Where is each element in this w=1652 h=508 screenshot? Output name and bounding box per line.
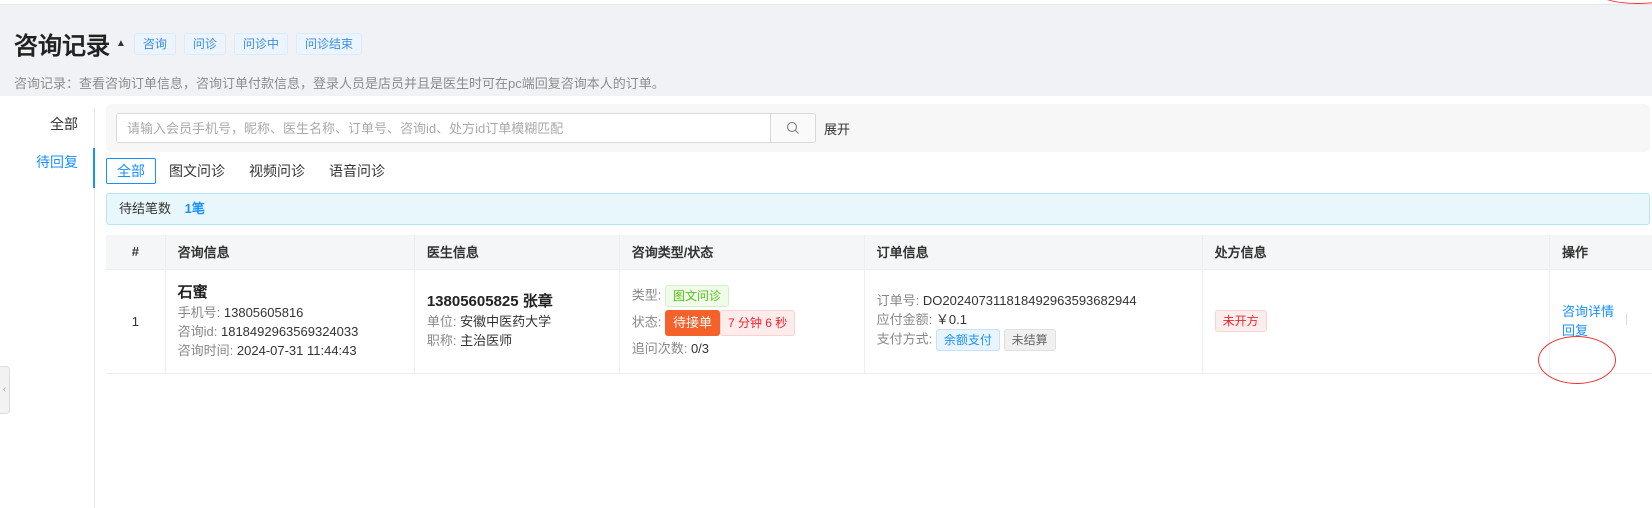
patient-name: 石蜜 — [177, 283, 208, 301]
title-row: 咨询记录 ▲ 咨询 问诊 问诊中 问诊结束 — [14, 26, 665, 61]
followup-count: 0/3 — [690, 340, 710, 356]
pending-info-bar: 待结笔数 1笔 — [106, 193, 1650, 225]
table-header-row: # 咨询信息 医生信息 咨询类型/状态 订单信息 处方信息 操作 — [106, 235, 1652, 270]
type-badge: 图文问诊 — [664, 284, 729, 307]
status-label: 状态: — [631, 313, 662, 329]
doctor-position-label: 职称: — [426, 333, 457, 348]
doctor-unit-label: 单位: — [426, 314, 457, 329]
cell-prescription: 未开方 — [1202, 269, 1551, 374]
countdown-badge: 7 分钟 6 秒 — [719, 309, 796, 336]
annotation-circle-reply — [1538, 336, 1616, 384]
patient-phone: 13805605816 — [223, 304, 304, 320]
doctor-title: 13805605825 张章 — [426, 293, 553, 310]
search-button[interactable] — [770, 113, 816, 143]
status-badge: 待接单 — [664, 309, 720, 336]
consult-detail-link[interactable]: 咨询详情 — [1562, 302, 1640, 321]
tab-video-consult[interactable]: 视频问诊 — [238, 158, 316, 184]
sidebar-active-indicator — [93, 148, 95, 188]
sidebar-item-pending-reply[interactable]: 待回复 — [36, 152, 78, 172]
cell-consult-type: 类型: 图文问诊 状态: 待接单 7 分钟 6 秒 追问次数: 0/3 — [619, 269, 865, 374]
caret-up-icon[interactable]: ▲ — [116, 38, 126, 49]
col-header-consult-type: 咨询类型/状态 — [619, 235, 865, 270]
cell-index: 1 — [106, 269, 166, 374]
doctor-position: 主治医师 — [460, 333, 513, 348]
prescription-status-badge: 未开方 — [1214, 310, 1267, 332]
col-header-consult-info: 咨询信息 — [165, 235, 415, 270]
type-tabs: 全部 图文问诊 视频问诊 语音问诊 — [106, 158, 398, 184]
pending-count-label: 待结笔数 — [119, 201, 172, 216]
consult-time: 2024-07-31 11:44:43 — [236, 342, 357, 358]
amount-label: 应付金额: — [876, 312, 933, 327]
search-input[interactable] — [116, 113, 770, 143]
header-tag-ended[interactable]: 问诊结束 — [295, 32, 362, 55]
consult-table: # 咨询信息 医生信息 咨询类型/状态 订单信息 处方信息 操作 1 石蜜 手机… — [106, 235, 1652, 374]
phone-label: 手机号: — [177, 304, 221, 320]
pending-count-value: 1笔 — [184, 201, 205, 216]
pay-method-badge: 余额支付 — [935, 329, 1000, 351]
followup-label: 追问次数: — [631, 340, 688, 356]
settle-status-badge: 未结算 — [1003, 329, 1056, 351]
type-label: 类型: — [631, 286, 662, 302]
header-tag-consult[interactable]: 咨询 — [133, 32, 176, 55]
pay-label: 支付方式: — [876, 331, 933, 347]
browser-top-bar — [0, 0, 1652, 5]
col-header-order-info: 订单信息 — [864, 235, 1203, 270]
order-no: DO2024073118184929635936829​44 — [922, 293, 1137, 308]
order-no-label: 订单号: — [876, 293, 920, 308]
cell-doctor-info: 13805605825 张章 单位: 安徽中医药大学 职称: 主治医师 — [414, 269, 620, 374]
page-title: 咨询记录 — [14, 33, 110, 60]
cell-consult-info: 石蜜 手机号: 13805605816 咨询id: 18184929635693… — [165, 269, 415, 374]
col-header-actions: 操作 — [1549, 235, 1652, 270]
search-bar: 展开 — [106, 104, 1650, 152]
tab-all[interactable]: 全部 — [106, 158, 156, 184]
search-icon — [786, 121, 799, 134]
table-row: 1 石蜜 手机号: 13805605816 咨询id: 181849296356… — [106, 269, 1652, 374]
header-tag-inquiry[interactable]: 问诊 — [183, 32, 226, 55]
col-header-prescription: 处方信息 — [1202, 235, 1551, 270]
tab-voice-consult[interactable]: 语音问诊 — [318, 158, 396, 184]
sidebar-item-all[interactable]: 全部 — [50, 114, 78, 134]
order-amount: ￥0.1 — [935, 312, 967, 327]
col-header-doctor-info: 医生信息 — [414, 235, 620, 270]
consult-time-label: 咨询时间: — [177, 342, 234, 358]
action-separator — [1626, 313, 1627, 325]
col-header-index: # — [106, 235, 166, 270]
cell-order-info: 订单号: DO2024073118184929635936829​44 应付金额… — [864, 269, 1203, 374]
expand-filters-link[interactable]: 展开 — [824, 119, 850, 138]
tab-text-consult[interactable]: 图文问诊 — [158, 158, 236, 184]
page-header: 咨询记录 ▲ 咨询 问诊 问诊中 问诊结束 咨询记录：查看咨询订单信息，咨询订单… — [14, 26, 665, 92]
doctor-unit: 安徽中医药大学 — [460, 314, 552, 329]
collapse-handle-chevron-left-icon[interactable]: ‹ — [0, 366, 10, 414]
consult-id: 1818492963569324033 — [220, 323, 359, 339]
header-tag-in-progress[interactable]: 问诊中 — [233, 32, 288, 55]
page-description: 咨询记录：查看咨询订单信息，咨询订单付款信息，登录人员是店员并且是医生时可在pc… — [14, 76, 665, 91]
sidebar: 全部 待回复 — [0, 96, 96, 508]
consult-id-label: 咨询id: — [177, 323, 218, 339]
